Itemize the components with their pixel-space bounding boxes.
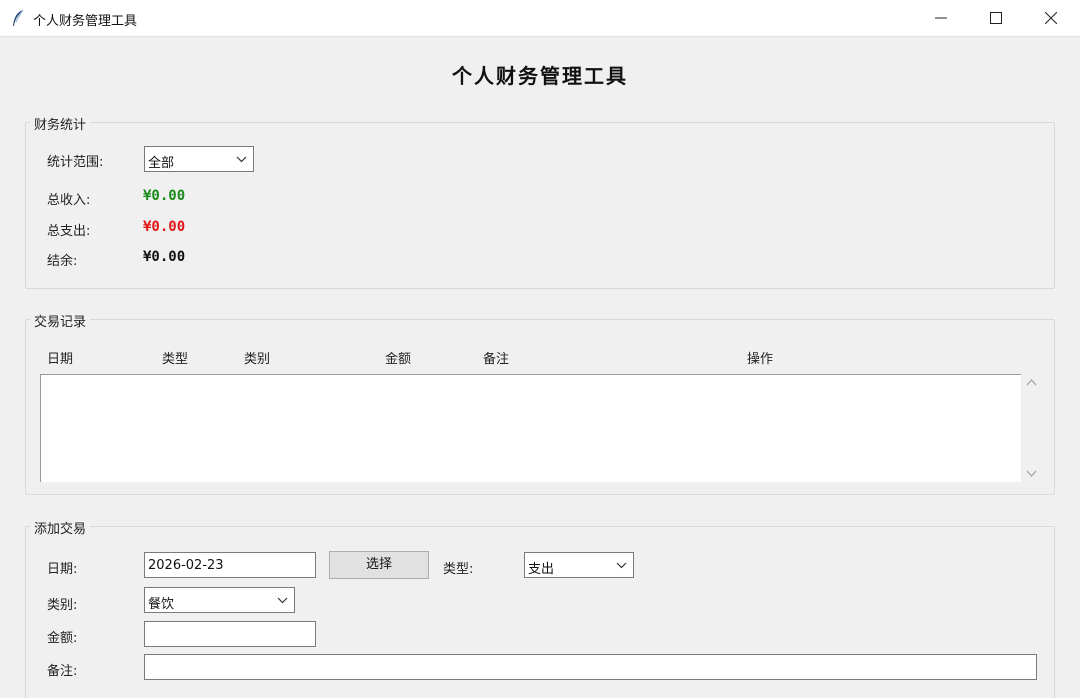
column-header-date[interactable]: 日期 bbox=[47, 348, 73, 367]
close-button[interactable] bbox=[1028, 0, 1074, 36]
page-title: 个人财务管理工具 bbox=[452, 64, 628, 88]
type-select-value: 支出 bbox=[528, 562, 555, 577]
date-field[interactable]: 2026-02-23 bbox=[144, 552, 316, 578]
category-select-value: 餐饮 bbox=[148, 597, 175, 612]
records-group: 交易记录 日期 类型 类别 金额 备注 操作 bbox=[25, 311, 1055, 495]
note-label: 备注: bbox=[47, 664, 78, 679]
add-legend: 添加交易 bbox=[30, 518, 91, 537]
close-icon bbox=[1045, 12, 1057, 24]
stats-legend: 财务统计 bbox=[30, 114, 91, 133]
amount-label: 金额: bbox=[47, 631, 78, 646]
window-title: 个人财务管理工具 bbox=[33, 14, 138, 29]
note-field[interactable] bbox=[144, 654, 1037, 680]
scroll-down-icon[interactable] bbox=[1026, 470, 1037, 478]
column-header-amount[interactable]: 金额 bbox=[385, 348, 411, 367]
chevron-down-icon bbox=[616, 562, 627, 569]
stats-group: 财务统计 统计范围: 全部 总收入: ¥0.00 总支出: ¥0.00 结余: … bbox=[25, 114, 1055, 289]
column-header-type[interactable]: 类型 bbox=[162, 348, 188, 367]
chevron-down-icon bbox=[236, 156, 247, 163]
balance-value: ¥0.00 bbox=[143, 249, 186, 265]
minimize-icon bbox=[935, 17, 947, 19]
add-transaction-group: 添加交易 日期: 2026-02-23 选择 类型: 支出 类别: 餐饮 金额:… bbox=[25, 518, 1055, 698]
column-header-action[interactable]: 操作 bbox=[747, 348, 773, 367]
expense-label: 总支出: bbox=[47, 224, 91, 239]
balance-label: 结余: bbox=[47, 254, 78, 269]
column-header-category[interactable]: 类别 bbox=[244, 348, 270, 367]
income-value: ¥0.00 bbox=[143, 188, 186, 204]
expense-value: ¥0.00 bbox=[143, 219, 186, 235]
amount-field[interactable] bbox=[144, 621, 316, 647]
income-label: 总收入: bbox=[47, 193, 91, 208]
scroll-up-icon[interactable] bbox=[1026, 378, 1037, 386]
select-date-button[interactable]: 选择 bbox=[329, 551, 429, 579]
category-select[interactable]: 餐饮 bbox=[144, 587, 295, 613]
chevron-down-icon bbox=[277, 597, 288, 604]
type-label: 类型: bbox=[443, 562, 474, 577]
maximize-icon bbox=[990, 12, 1002, 24]
range-select-value: 全部 bbox=[148, 156, 175, 171]
date-field-value: 2026-02-23 bbox=[148, 558, 224, 573]
minimize-button[interactable] bbox=[918, 0, 964, 36]
range-select[interactable]: 全部 bbox=[144, 146, 254, 172]
maximize-button[interactable] bbox=[973, 0, 1019, 36]
range-label: 统计范围: bbox=[47, 155, 104, 170]
category-label: 类别: bbox=[47, 598, 78, 613]
records-legend: 交易记录 bbox=[30, 311, 91, 330]
column-header-note[interactable]: 备注 bbox=[483, 348, 509, 367]
type-select[interactable]: 支出 bbox=[524, 552, 634, 578]
records-list[interactable] bbox=[40, 374, 1021, 482]
feather-icon bbox=[13, 9, 24, 26]
date-label: 日期: bbox=[47, 562, 78, 577]
window-titlebar: 个人财务管理工具 bbox=[0, 0, 1080, 37]
